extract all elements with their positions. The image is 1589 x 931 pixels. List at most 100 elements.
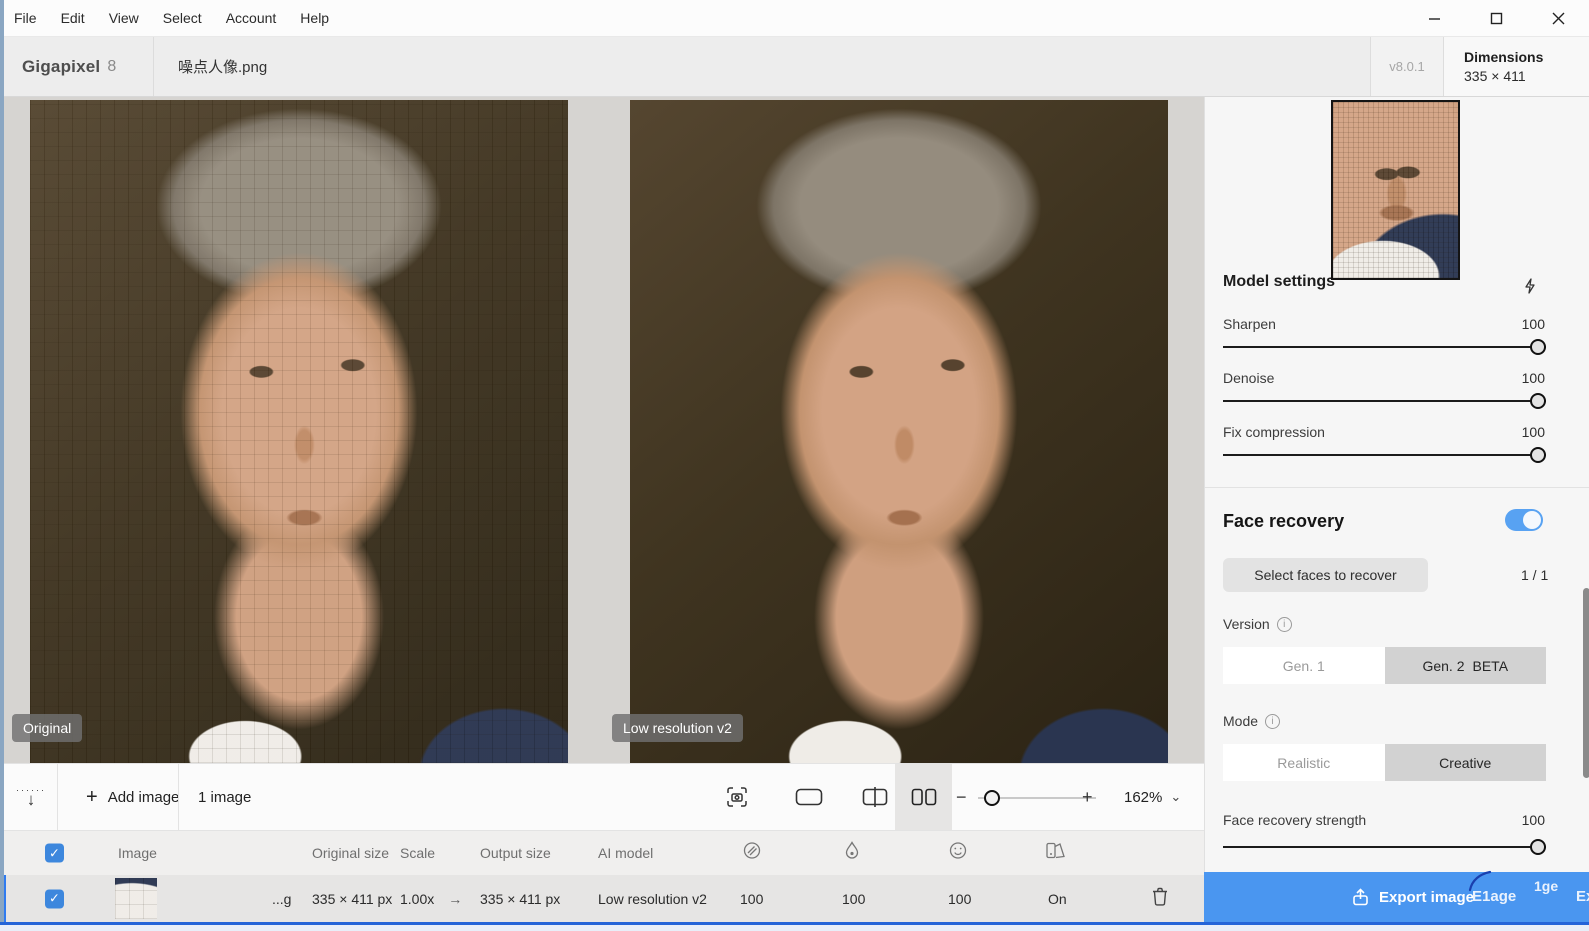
row-filename: ...g: [272, 891, 291, 907]
model-settings-title: Model settings: [1223, 273, 1335, 291]
file-tab-label: 噪点人像.png: [178, 56, 267, 77]
gen1-label: Gen. 1: [1283, 658, 1325, 674]
zoom-out-button[interactable]: −: [956, 764, 967, 830]
col-output-size: Output size: [480, 845, 551, 861]
ghost-text: Ex: [1576, 888, 1589, 905]
face-recovery-toggle[interactable]: [1505, 509, 1543, 531]
row-scale-value: 1.00x: [400, 891, 434, 907]
app-name: Gigapixel: [22, 57, 100, 77]
sidebar-scrollbar[interactable]: [1583, 588, 1589, 778]
add-image-label: Add image: [108, 789, 180, 806]
settings-sidebar: Model settings Sharpen 100 Denoise 100 F…: [1204, 97, 1589, 872]
plus-icon: +: [86, 786, 98, 809]
mode-label: Mode i: [1223, 713, 1280, 729]
snapshot-view-icon[interactable]: [708, 764, 765, 830]
strength-slider[interactable]: [1223, 839, 1546, 855]
pen-mark: [1460, 866, 1494, 892]
row-color-value[interactable]: On: [1048, 891, 1067, 907]
close-icon[interactable]: [1527, 0, 1589, 37]
file-tab[interactable]: 噪点人像.png: [154, 37, 291, 96]
maximize-icon[interactable]: [1465, 0, 1527, 37]
select-faces-button[interactable]: Select faces to recover: [1223, 558, 1428, 592]
dimensions-panel: Dimensions 335 × 411: [1444, 37, 1589, 96]
mode-label-text: Mode: [1223, 713, 1258, 729]
info-icon[interactable]: i: [1277, 617, 1292, 632]
window-left-edge: [0, 0, 4, 922]
gigapixel-window: File Edit View Select Account Help Gigap…: [0, 0, 1589, 931]
minimize-icon[interactable]: [1403, 0, 1465, 37]
creative-option[interactable]: Creative: [1385, 744, 1547, 781]
navigation-thumbnail[interactable]: [1331, 100, 1460, 280]
menu-bar: File Edit View Select Account Help: [0, 0, 1589, 37]
denoise-slider[interactable]: [1223, 393, 1546, 409]
window-controls: [1403, 0, 1589, 37]
image-row[interactable]: ...g 335 × 411 px 1.00x→ 335 × 411 px Lo…: [0, 875, 1204, 922]
row-thumbnail: [115, 878, 157, 919]
row-checkbox[interactable]: [45, 889, 64, 908]
col-original-size: Original size: [312, 845, 389, 861]
gen2-beta-badge: BETA: [1473, 658, 1509, 674]
realistic-label: Realistic: [1277, 755, 1330, 771]
preview-canvas[interactable]: Original Low resolution v2: [0, 97, 1204, 763]
bottom-toolbar: ······ ↓ + Add image 1 image: [0, 763, 1204, 831]
version-segmented-control: Gen. 1 Gen. 2 BETA: [1223, 647, 1546, 684]
menu-select[interactable]: Select: [151, 10, 214, 26]
strength-value: 100: [1522, 812, 1545, 828]
gen2-option[interactable]: Gen. 2 BETA: [1385, 647, 1547, 684]
strength-label: Face recovery strength: [1223, 812, 1366, 828]
menu-help[interactable]: Help: [288, 10, 341, 26]
info-icon[interactable]: i: [1265, 714, 1280, 729]
zoom-in-button[interactable]: +: [1082, 764, 1093, 830]
menu-file[interactable]: File: [0, 10, 49, 26]
image-list-table: Image Original size Scale Output size AI…: [0, 831, 1204, 922]
creative-label: Creative: [1439, 755, 1491, 771]
realistic-option[interactable]: Realistic: [1223, 744, 1385, 781]
fix-compression-label: Fix compression: [1223, 424, 1325, 440]
zoom-slider-thumb[interactable]: [984, 790, 1000, 806]
zoom-level-dropdown[interactable]: 162% ⌄: [1124, 764, 1181, 830]
row-denoise-value[interactable]: 100: [842, 891, 865, 907]
collapse-panel-icon[interactable]: ······ ↓: [8, 764, 54, 830]
fix-compression-value: 100: [1522, 424, 1545, 440]
row-ai-model[interactable]: Low resolution v2: [598, 891, 707, 907]
select-all-checkbox[interactable]: [45, 844, 64, 863]
export-bar: Export image E1age 1ge Ex: [1204, 872, 1589, 922]
add-image-button[interactable]: + Add image: [70, 764, 195, 830]
app-logo: Gigapixel 8: [0, 37, 154, 96]
ghost-text: 1ge: [1534, 878, 1558, 894]
face-recovery-title: Face recovery: [1223, 511, 1344, 532]
original-label-badge: Original: [12, 714, 82, 742]
single-view-icon[interactable]: [780, 764, 837, 830]
enhanced-image-preview[interactable]: [630, 100, 1168, 763]
gen1-option[interactable]: Gen. 1: [1223, 647, 1385, 684]
row-face-recovery-value[interactable]: 100: [948, 891, 971, 907]
chevron-down-icon: ⌄: [1170, 789, 1181, 805]
toolbar-separator: [57, 764, 58, 830]
delete-row-icon[interactable]: [1151, 886, 1169, 911]
menu-edit[interactable]: Edit: [49, 10, 97, 26]
arrow-right-icon: →: [448, 891, 462, 907]
lightning-icon: [1521, 277, 1541, 297]
fix-compression-slider[interactable]: [1223, 447, 1546, 463]
section-divider: [1205, 487, 1589, 488]
sharpen-column-icon: [742, 841, 762, 866]
version-label-text: Version: [1223, 616, 1270, 632]
export-image-button[interactable]: Export image: [1352, 888, 1474, 906]
menu-view[interactable]: View: [97, 10, 151, 26]
sharpen-label: Sharpen: [1223, 316, 1276, 332]
row-output-size: 335 × 411 px: [480, 891, 560, 907]
app-number: 8: [107, 58, 116, 76]
faces-counter: 1 / 1: [1521, 567, 1548, 583]
image-count: 1 image: [198, 764, 251, 830]
original-image-preview[interactable]: [30, 100, 568, 763]
mode-segmented-control: Realistic Creative: [1223, 744, 1546, 781]
version-badge: v8.0.1: [1370, 37, 1444, 96]
window-bottom-edge: [0, 922, 1589, 931]
menu-account[interactable]: Account: [214, 10, 289, 26]
side-by-side-view-icon[interactable]: [895, 764, 952, 830]
sharpen-slider[interactable]: [1223, 339, 1546, 355]
row-sharpen-value[interactable]: 100: [740, 891, 763, 907]
enhanced-label-badge: Low resolution v2: [612, 714, 743, 742]
zoom-slider[interactable]: [978, 797, 1096, 799]
col-image: Image: [118, 845, 157, 861]
